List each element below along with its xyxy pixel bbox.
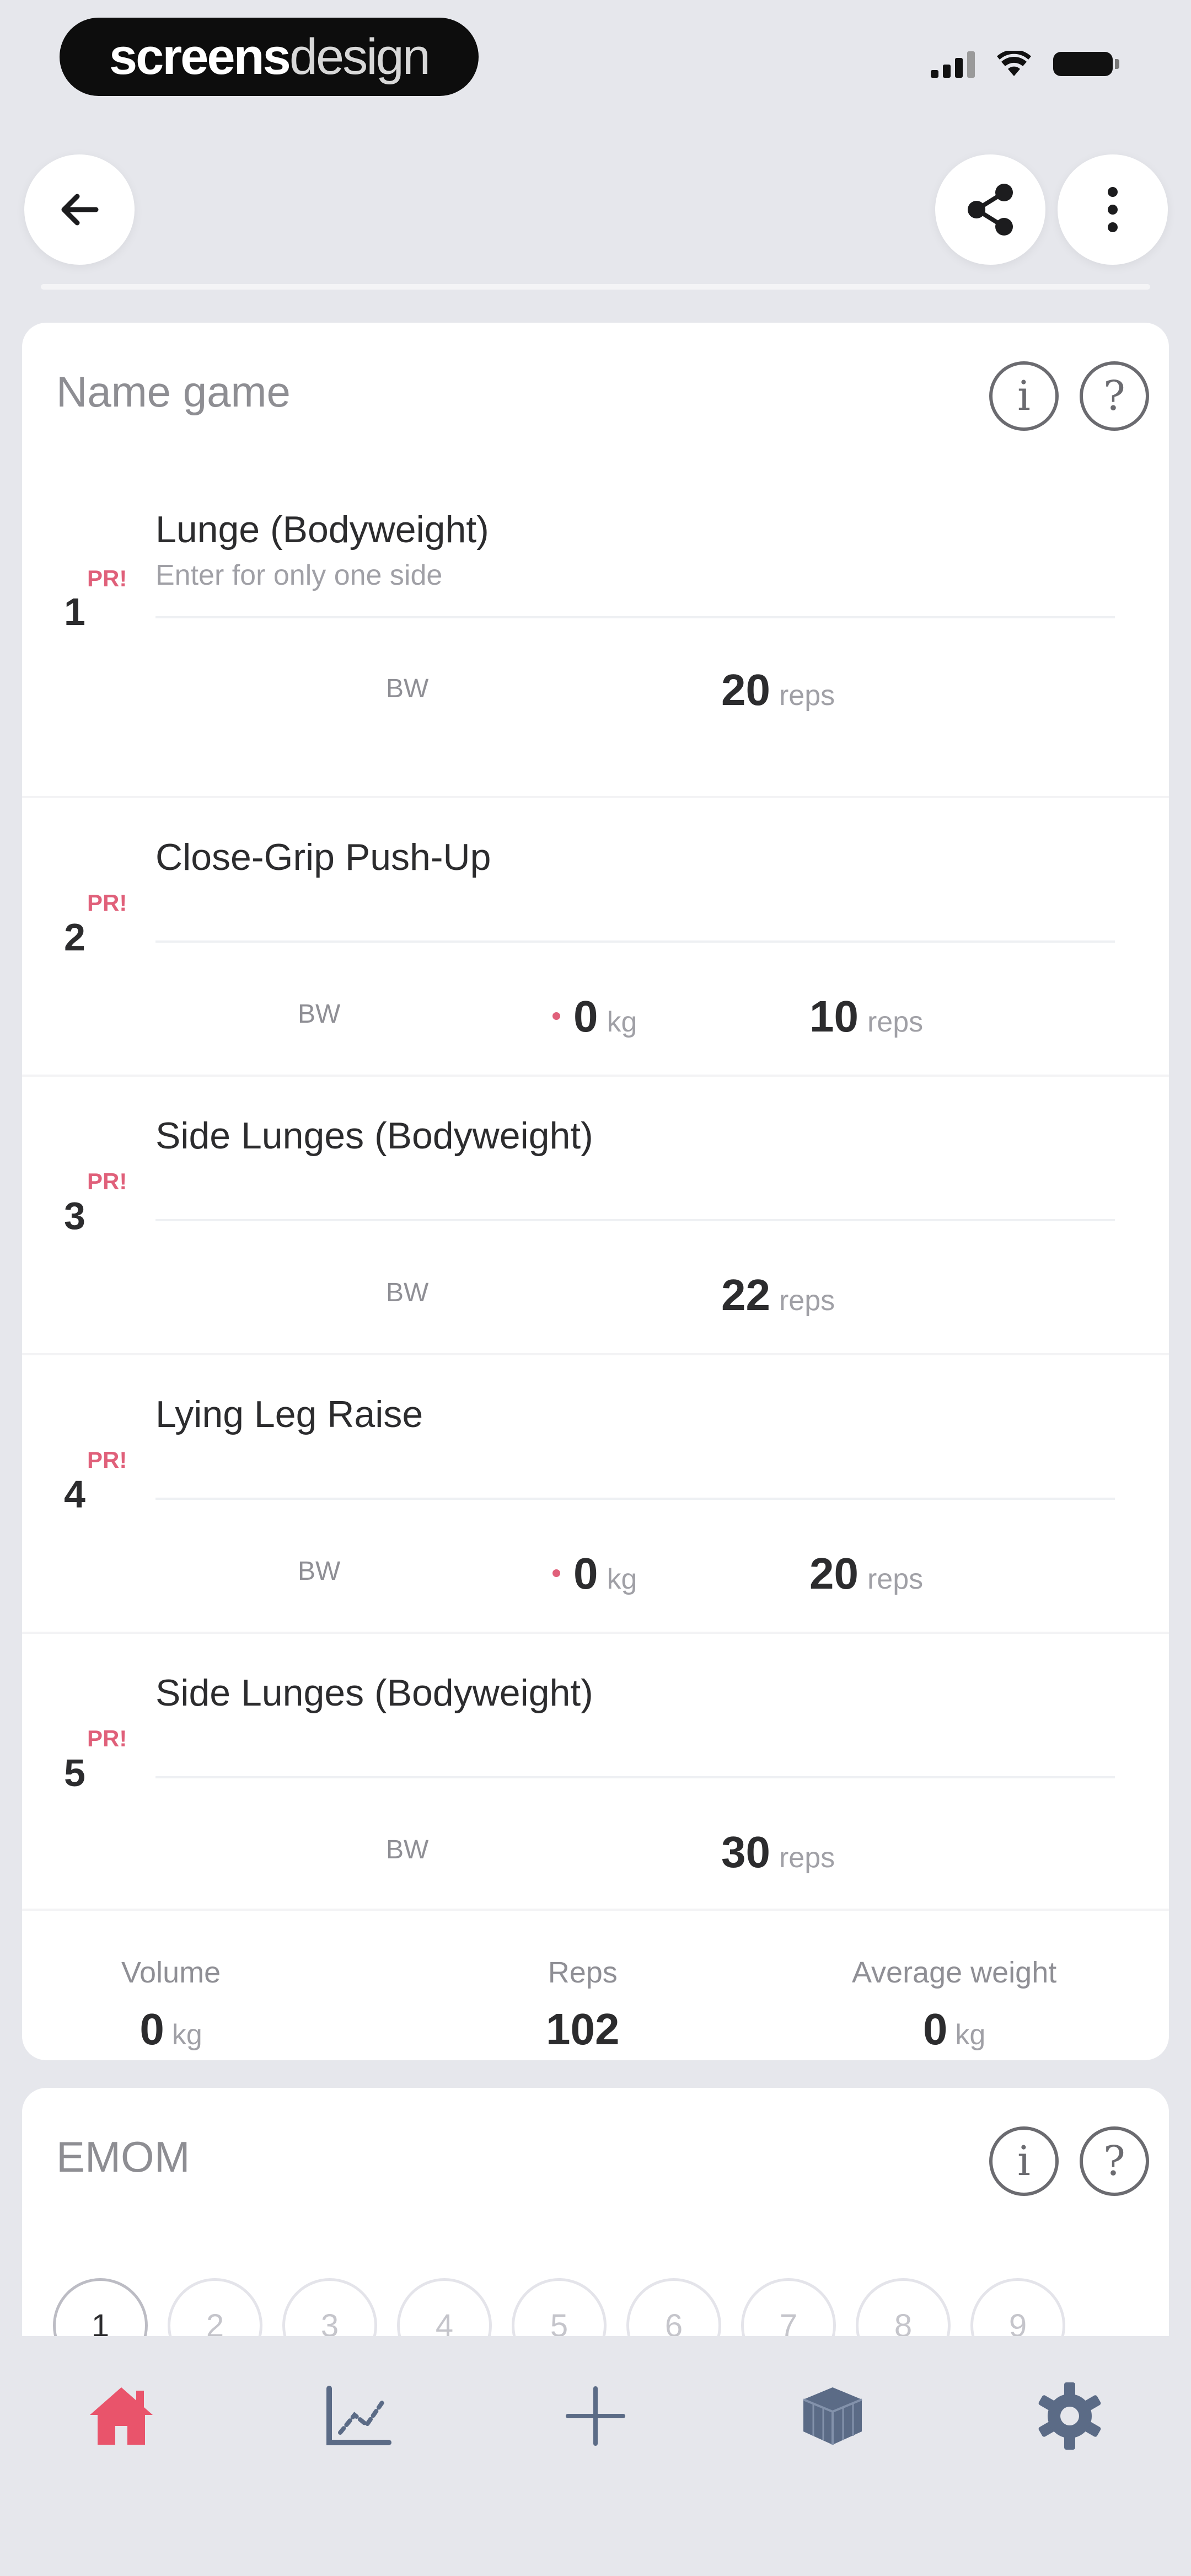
- summary-value: 0 kg: [922, 2005, 986, 2054]
- brand-bold: screens: [109, 28, 291, 85]
- exercise-number: 3: [64, 1194, 85, 1237]
- screensdesign-logo: screens design: [60, 18, 479, 96]
- exercise-row[interactable]: Lunge (Bodyweight) Enter for only one si…: [22, 472, 1169, 750]
- warning-dot: [552, 1012, 560, 1020]
- tab-statistics[interactable]: [314, 2372, 403, 2460]
- workout-card-name-game[interactable]: Name game i ? Lunge (Bodyweight) Enter f…: [22, 323, 1169, 2060]
- tab-home[interactable]: [77, 2372, 165, 2460]
- wifi-icon: [997, 51, 1031, 76]
- more-vertical-icon: [1108, 187, 1118, 232]
- bodyweight-label: BW: [298, 1557, 341, 1586]
- battery-icon: [1053, 50, 1119, 78]
- exercise-name: Side Lunges (Bodyweight): [155, 1672, 593, 1714]
- reps-value: 30 reps: [721, 1827, 835, 1877]
- status-icons: [931, 50, 1119, 78]
- warning-dot: [552, 1569, 560, 1577]
- bodyweight-label: BW: [386, 674, 429, 703]
- exercise-divider: [155, 1219, 1115, 1221]
- reps-value: 20 reps: [809, 1549, 924, 1598]
- bottom-tab-bar: [0, 2336, 1191, 2576]
- summary-value: 102: [546, 2005, 620, 2054]
- summary-label: Average weight: [852, 1956, 1057, 1989]
- exercise-number: 4: [64, 1473, 85, 1516]
- exercise-name: Close-Grip Push-Up: [155, 836, 491, 878]
- chart-icon: [326, 2386, 391, 2445]
- pr-badge: PR!: [87, 1725, 127, 1751]
- summary-reps: Reps 102: [546, 1955, 619, 2055]
- card-title: EMOM: [56, 2133, 190, 2181]
- back-button[interactable]: [24, 154, 135, 265]
- pr-badge: PR!: [87, 1447, 127, 1473]
- exercise-name: Lunge (Bodyweight): [155, 509, 489, 551]
- reps-value: 22 reps: [721, 1270, 835, 1319]
- share-icon: [968, 184, 1013, 236]
- card-help-icons: i ?: [989, 2126, 1149, 2196]
- help-icon[interactable]: ?: [1080, 2126, 1149, 2196]
- summary-value: 0 kg: [140, 2005, 202, 2054]
- home-icon: [90, 2387, 153, 2445]
- summary-label: Volume: [121, 1956, 221, 1989]
- exercise-divider: [155, 1776, 1115, 1778]
- exercise-divider: [155, 616, 1115, 618]
- row-separator: [22, 1909, 1169, 1911]
- exercise-number: 1: [64, 590, 85, 633]
- share-button[interactable]: [935, 154, 1045, 265]
- cube-icon: [803, 2387, 862, 2445]
- plus-icon: [566, 2386, 625, 2446]
- weight-value: 0 kg: [573, 1549, 637, 1598]
- info-icon[interactable]: i: [989, 2126, 1059, 2196]
- card-help-icons: i ?: [989, 361, 1149, 431]
- bodyweight-label: BW: [386, 1278, 429, 1307]
- tab-exercises[interactable]: [788, 2372, 877, 2460]
- tab-settings[interactable]: [1026, 2372, 1114, 2460]
- pr-badge: PR!: [87, 1168, 127, 1194]
- pr-badge: PR!: [87, 890, 127, 916]
- exercise-name: Lying Leg Raise: [155, 1393, 423, 1435]
- exercise-row[interactable]: Side Lunges (Bodyweight) PR! 5 BW 30 reps: [22, 1633, 1169, 1911]
- summary-volume: Volume 0 kg: [121, 1955, 221, 2055]
- bodyweight-label: BW: [386, 1835, 429, 1864]
- header-divider: [41, 284, 1150, 290]
- exercise-row[interactable]: Lying Leg Raise PR! 4 BW 0 kg 20 reps: [22, 1354, 1169, 1633]
- card-title: Name game: [56, 367, 291, 416]
- help-icon[interactable]: ?: [1080, 361, 1149, 431]
- bodyweight-label: BW: [298, 1000, 341, 1029]
- exercise-number: 5: [64, 1751, 85, 1794]
- exercise-divider: [155, 940, 1115, 943]
- workout-summary: Volume 0 kg Reps 102 Average weight 0 kg: [22, 1922, 1169, 2060]
- tab-add[interactable]: [551, 2372, 640, 2460]
- reps-value: 20 reps: [721, 665, 835, 714]
- exercise-divider: [155, 1498, 1115, 1500]
- pr-badge: PR!: [87, 565, 127, 591]
- summary-average-weight: Average weight 0 kg: [852, 1955, 1056, 2055]
- exercise-note: Enter for only one side: [155, 559, 443, 591]
- status-bar: screens design: [0, 0, 1191, 121]
- more-options-button[interactable]: [1058, 154, 1168, 265]
- arrow-left-icon: [61, 194, 99, 226]
- weight-value: 0 kg: [573, 992, 637, 1041]
- reps-value: 10 reps: [809, 992, 924, 1041]
- signal-icon: [931, 50, 975, 78]
- exercise-number: 2: [64, 916, 85, 959]
- brand-light: design: [289, 28, 431, 85]
- exercise-name: Side Lunges (Bodyweight): [155, 1115, 593, 1157]
- gear-icon: [1038, 2382, 1101, 2450]
- exercise-row[interactable]: Side Lunges (Bodyweight) PR! 3 BW 22 reps: [22, 1076, 1169, 1354]
- info-icon[interactable]: i: [989, 361, 1059, 431]
- summary-label: Reps: [548, 1956, 618, 1989]
- exercise-row[interactable]: Close-Grip Push-Up PR! 2 BW 0 kg 10 reps: [22, 797, 1169, 1076]
- top-navigation: [0, 154, 1191, 265]
